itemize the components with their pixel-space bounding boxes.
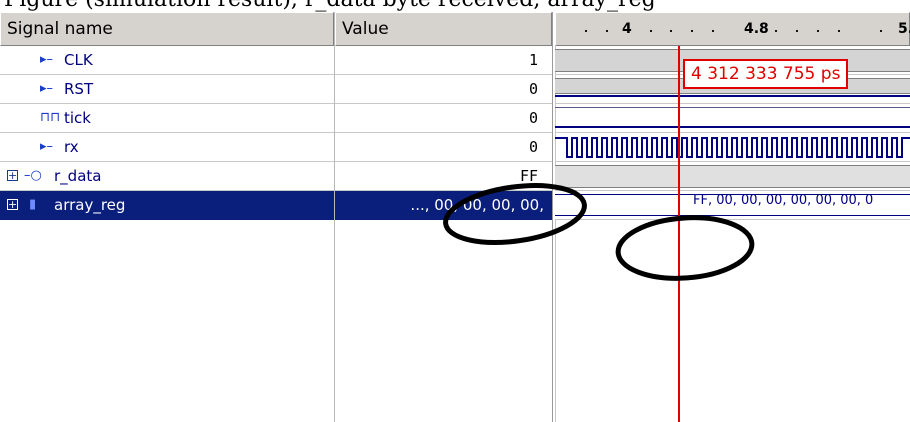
signal-row-clk[interactable]: ▸– CLK — [0, 46, 334, 75]
output-bus-icon: –○ — [24, 168, 42, 183]
expand-icon[interactable]: + — [7, 170, 18, 181]
value-cell-selected: ..., 00, 00, 00, 00, — [335, 191, 552, 220]
timeline-ruler[interactable]: 4 4.8 5. — [555, 12, 910, 46]
wave-tick — [555, 104, 910, 133]
tick-label: 4 — [622, 21, 632, 37]
signal-row-rx[interactable]: ▸– rx — [0, 133, 334, 162]
value-text: 1 — [528, 51, 538, 69]
clock-pulse-icon: ⊓⊓ — [40, 110, 61, 125]
value-text: 0 — [528, 138, 538, 156]
input-pin-icon: ▸– — [40, 139, 54, 154]
rx-square-wave — [555, 137, 910, 158]
value-header[interactable]: Value — [335, 12, 552, 46]
signal-label: CLK — [64, 51, 93, 69]
value-cell: FF — [335, 162, 552, 191]
value-text: 0 — [528, 80, 538, 98]
signal-row-tick[interactable]: ⊓⊓ tick — [0, 104, 334, 133]
ruler-dots — [584, 29, 883, 33]
signal-label: array_reg — [54, 196, 126, 214]
tick-label: 4.8 — [744, 21, 769, 37]
cursor-time-label: 4 312 333 755 ps — [683, 59, 849, 89]
signal-row-rst[interactable]: ▸– RST — [0, 75, 334, 104]
signal-row-r-data[interactable]: + –○ r_data — [0, 162, 334, 191]
value-cell: 0 — [335, 104, 552, 133]
wave-array-reg: FF, 00, 00, 00, 00, 00, 00, 0 — [555, 191, 910, 220]
signal-label: tick — [64, 109, 91, 127]
tick-label: 5. — [898, 21, 910, 37]
value-cell: 1 — [335, 46, 552, 75]
signal-name-header[interactable]: Signal name — [0, 12, 334, 46]
time-cursor[interactable] — [678, 46, 680, 422]
value-pane: Value 1 0 0 0 FF ..., 00, 00, 00, 00, — [335, 12, 553, 422]
value-text: ..., 00, 00, 00, 00, — [410, 196, 544, 214]
expand-icon[interactable]: + — [7, 199, 18, 210]
value-cell: 0 — [335, 133, 552, 162]
signal-row-array-reg[interactable]: + ▮ array_reg — [0, 191, 334, 220]
figure-caption-fragment: Figure (simulation result), r_data byte … — [0, 0, 910, 12]
array-reg-wave-text: FF, 00, 00, 00, 00, 00, 00, 0 — [693, 193, 874, 208]
caption-text: Figure (simulation result), r_data byte … — [4, 0, 656, 12]
signal-name-pane: Signal name ▸– CLK ▸– RST ⊓⊓ tick ▸– rx … — [0, 12, 335, 422]
signal-label: RST — [64, 80, 94, 98]
waveform-pane[interactable]: 4 4.8 5. FF, 00, 00, 00, 00, 00, 00, 0 4… — [555, 12, 910, 422]
value-text: FF — [519, 167, 538, 185]
register-icon: ▮ — [29, 197, 37, 212]
value-cell: 0 — [335, 75, 552, 104]
input-pin-icon: ▸– — [40, 81, 54, 96]
wave-r-data — [555, 162, 910, 191]
wave-rx — [555, 133, 910, 162]
signal-label: rx — [64, 138, 79, 156]
input-pin-icon: ▸– — [40, 52, 54, 67]
signal-label: r_data — [54, 167, 102, 185]
value-text: 0 — [528, 109, 538, 127]
